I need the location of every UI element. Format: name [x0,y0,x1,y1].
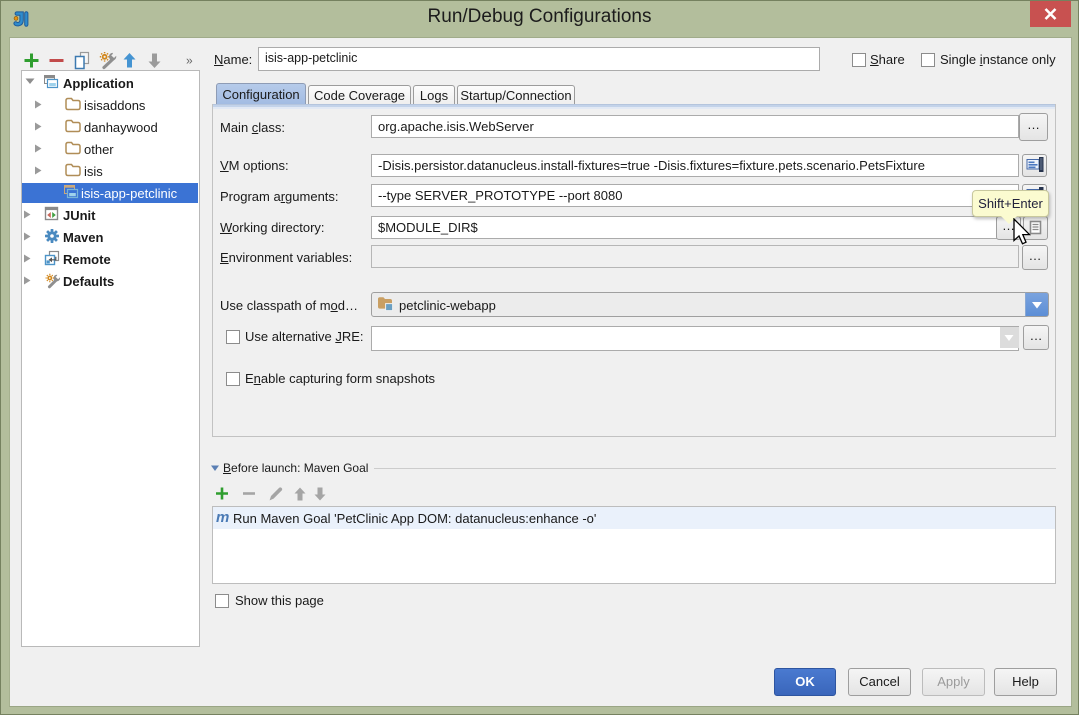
svg-text:»: » [186,54,193,68]
